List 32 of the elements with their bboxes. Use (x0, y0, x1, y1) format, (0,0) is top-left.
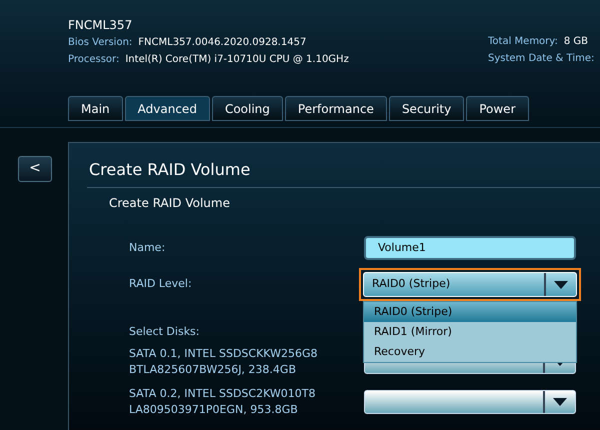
raid-level-dropdown[interactable]: RAID0 (Stripe) (363, 272, 577, 297)
name-field[interactable]: Volume1 (364, 236, 576, 260)
section-heading: Create RAID Volume (109, 195, 231, 212)
tab[interactable]: Advanced (124, 96, 210, 121)
back-button[interactable]: < (18, 156, 52, 182)
info-label: Bios Version: (68, 36, 132, 50)
info-label: Processor: (68, 53, 120, 67)
disk-label: LA809503971P0EGN, 953.8GB (129, 402, 299, 418)
disk-label: SATA 0.2, INTEL SSDSC2KW010T8 (129, 386, 317, 402)
info-value: Intel(R) Core(TM) i7-10710U CPU @ 1.10GHz (125, 53, 349, 67)
field-label: Select Disks: (129, 324, 200, 340)
tab[interactable]: Security (388, 96, 464, 121)
caret-icon (554, 280, 568, 288)
tab[interactable]: Performance (284, 96, 387, 121)
dropdown-option[interactable]: Recovery (364, 342, 576, 362)
field-label: Name: (129, 240, 166, 256)
model-name: FNCML357 (68, 17, 134, 34)
disk-label: BTLA825607BW256J, 238.4GB (129, 362, 297, 378)
panel-title: Create RAID Volume (89, 159, 252, 181)
caret-icon (553, 398, 567, 406)
info-label: System Date & Time: (488, 52, 594, 66)
tab[interactable]: Cooling (212, 96, 283, 121)
dropdown-option[interactable]: RAID1 (Mirror) (364, 322, 576, 342)
info-label: Total Memory: (488, 35, 558, 49)
disk-label: SATA 0.1, INTEL SSDSCKKW256G8 (129, 346, 319, 362)
info-value: 8 GB (564, 35, 588, 49)
field-label: RAID Level: (129, 276, 193, 292)
info-value: FNCML357.0046.2020.0928.1457 (138, 36, 306, 50)
tab[interactable]: Power (466, 96, 528, 121)
tab[interactable]: Main (68, 96, 123, 121)
disk-dropdown[interactable] (364, 390, 576, 414)
dropdown-option[interactable]: RAID0 (Stripe) (364, 302, 576, 322)
